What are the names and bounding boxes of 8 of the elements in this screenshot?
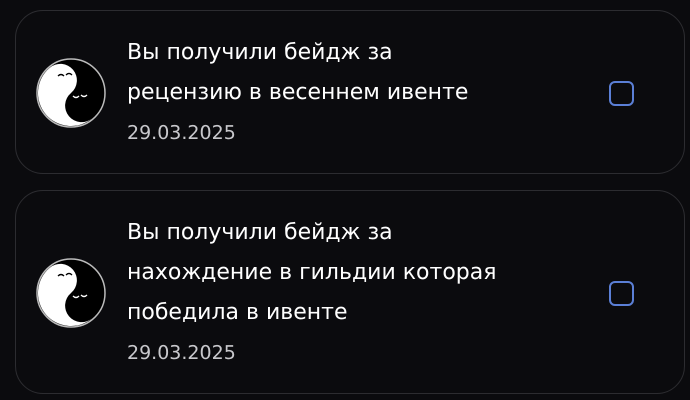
notification-text: Вы получили бейдж за рецензию в весеннем ивенте xyxy=(127,39,470,107)
notification-date: 29.03.2025 xyxy=(127,121,236,146)
notification-date: 29.03.2025 xyxy=(127,341,236,366)
checkbox[interactable] xyxy=(609,80,634,106)
checkbox[interactable] xyxy=(609,280,634,306)
yin-yang-cat-icon xyxy=(36,58,106,128)
notification-text: Вы получили бейдж за нахождение в гильдии которая победила в ивенте xyxy=(127,219,498,327)
yin-yang-cat-icon xyxy=(36,258,106,328)
